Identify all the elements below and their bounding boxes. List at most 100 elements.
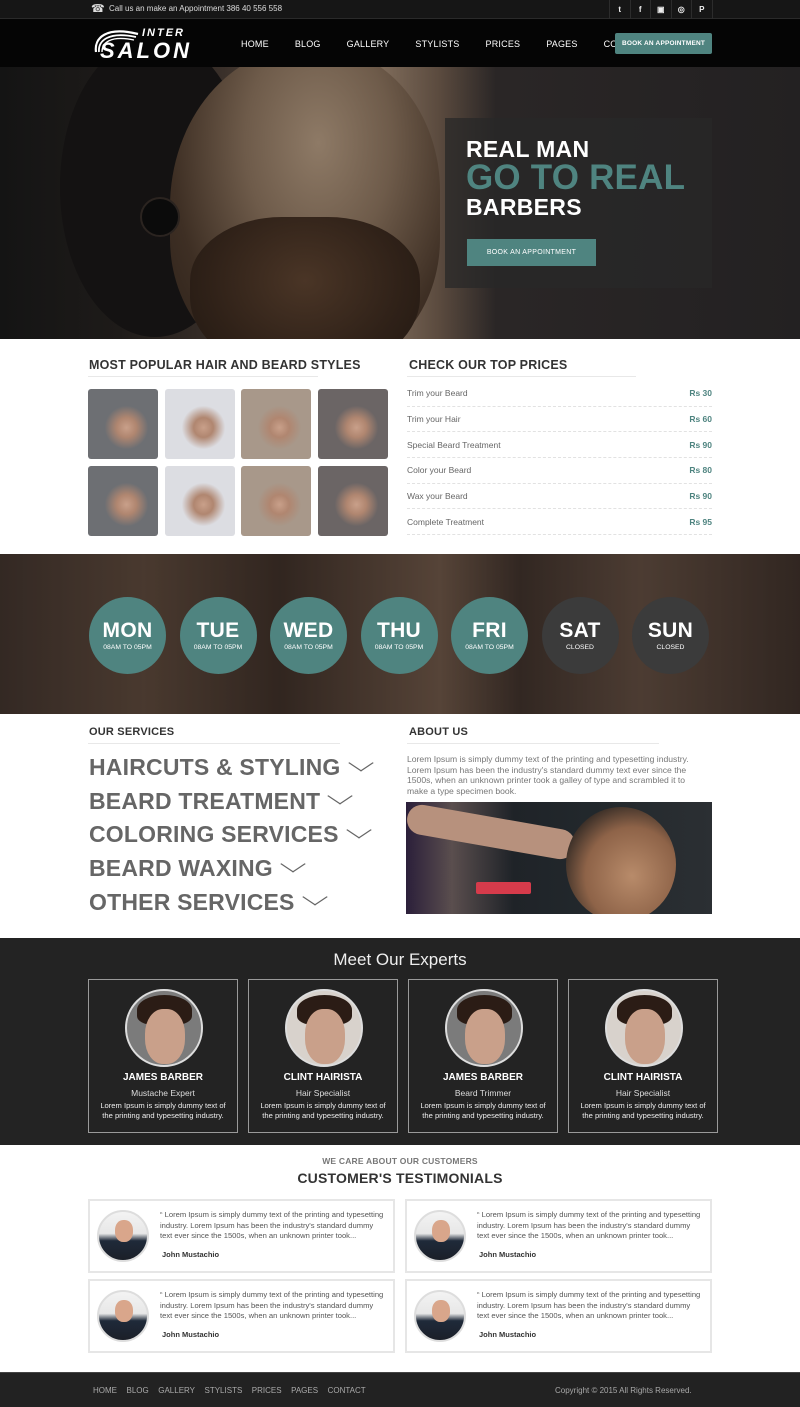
avatar-face — [432, 1300, 450, 1322]
customer-avatar — [97, 1290, 149, 1342]
day-tuesday: TUE 08AM TO 05PM — [179, 597, 257, 674]
services-title: OUR SERVICES — [89, 726, 175, 738]
style-photo[interactable] — [164, 389, 235, 459]
nav-blog[interactable]: BLOG — [295, 39, 321, 49]
footer-menu: HOME BLOG GALLERY STYLISTS PRICES PAGES … — [93, 1386, 366, 1395]
service-label: COLORING SERVICES — [89, 821, 339, 848]
footer-prices[interactable]: PRICES — [252, 1386, 282, 1395]
prices-title: CHECK OUR TOP PRICES — [409, 358, 568, 372]
service-label: BEARD TREATMENT — [89, 787, 321, 814]
day-name: SUN — [647, 619, 694, 642]
nav-stylists[interactable]: STYLISTS — [415, 39, 459, 49]
expert-card[interactable]: CLINT HAIRISTA Hair Specialist Lorem Ips… — [568, 979, 718, 1133]
price-row: Color your Beard Rs 80 — [407, 458, 712, 484]
day-name: FRI — [472, 619, 507, 642]
expert-card[interactable]: CLINT HAIRISTA Hair Specialist Lorem Ips… — [248, 979, 398, 1133]
style-photo[interactable] — [317, 389, 388, 459]
price-value: Rs 30 — [689, 388, 712, 399]
day-hours: CLOSED — [656, 644, 685, 651]
day-wednesday: WED 08AM TO 05PM — [270, 597, 347, 674]
facebook-icon[interactable]: f — [631, 0, 651, 19]
footer-gallery[interactable]: GALLERY — [158, 1386, 195, 1395]
nav-book-appointment-button[interactable]: BOOK AN APPOINTMENT — [615, 33, 712, 54]
avatar-face — [305, 1009, 345, 1064]
footer-contact[interactable]: CONTACT — [328, 1386, 366, 1395]
styles-divider — [88, 376, 318, 377]
logo[interactable]: INTER SALON — [92, 22, 189, 64]
nav-prices[interactable]: PRICES — [486, 39, 521, 49]
style-photo[interactable] — [317, 466, 388, 536]
service-item[interactable]: BEARD TREATMENT — [89, 785, 367, 819]
price-label: Wax your Beard — [407, 491, 468, 502]
photo-arm — [406, 802, 578, 862]
footer-pages[interactable]: PAGES — [291, 1386, 318, 1395]
testimonials-subtitle: WE CARE ABOUT OUR CUSTOMERS — [322, 1156, 478, 1166]
top-bar: ☎ Call us an make an Appointment 386 40 … — [0, 0, 800, 19]
hero-book-appointment-button[interactable]: BOOK AN APPOINTMENT — [467, 239, 596, 266]
testimonial-author: John Mustachio — [479, 1250, 537, 1259]
service-item[interactable]: OTHER SERVICES — [89, 885, 367, 919]
expert-card[interactable]: JAMES BARBER Mustache Expert Lorem Ipsum… — [88, 979, 238, 1133]
price-value: Rs 90 — [689, 439, 712, 450]
price-row: Special Beard Treatment Rs 90 — [407, 432, 712, 459]
price-list: Trim your Beard Rs 30 Trim your Hair Rs 60… — [407, 381, 712, 536]
customer-avatar — [414, 1290, 466, 1342]
copyright: Copyright © 2015 All Rights Reserved. — [555, 1386, 692, 1395]
day-name: THU — [376, 619, 422, 642]
style-photo[interactable] — [88, 466, 158, 536]
nav-gallery[interactable]: GALLERY — [347, 39, 390, 49]
price-row: Trim your Hair Rs 60 — [407, 407, 712, 433]
expert-name: JAMES BARBER — [442, 1072, 523, 1083]
service-item[interactable]: COLORING SERVICES — [89, 818, 372, 852]
expert-desc: Lorem Ipsum is simply dummy text of the … — [100, 1101, 226, 1120]
service-item[interactable]: HAIRCUTS & STYLING — [89, 751, 374, 785]
experts-grid: JAMES BARBER Mustache Expert Lorem Ipsum… — [88, 979, 718, 1133]
day-hours: 08AM TO 05PM — [465, 644, 514, 651]
prices-divider — [407, 376, 636, 377]
expert-name: CLINT HAIRISTA — [603, 1072, 683, 1083]
footer-home[interactable]: HOME — [93, 1386, 117, 1395]
day-sunday: SUN CLOSED — [632, 597, 709, 674]
dribbble-icon[interactable]: ◎ — [672, 0, 692, 19]
style-photo[interactable] — [241, 466, 311, 536]
day-friday: FRI 08AM TO 05PM — [451, 597, 528, 674]
day-hours: 08AM TO 05PM — [193, 644, 243, 651]
service-item[interactable]: BEARD WAXING — [89, 852, 367, 886]
expert-role: Mustache Expert — [131, 1088, 195, 1098]
instagram-icon[interactable]: ▣ — [651, 0, 672, 19]
testimonials-grid: “ Lorem Ipsum is simply dummy text of th… — [88, 1199, 712, 1353]
testimonial-card: “ Lorem Ipsum is simply dummy text of th… — [405, 1199, 712, 1273]
expert-avatar — [125, 989, 203, 1067]
price-row: Trim your Beard Rs 30 — [407, 381, 712, 407]
style-photo[interactable] — [241, 389, 311, 459]
style-photo[interactable] — [164, 466, 235, 536]
testimonial-author: John Mustachio — [162, 1250, 220, 1259]
hero-line-2: GO TO REAL — [466, 158, 686, 197]
services-accordion: HAIRCUTS & STYLING BEARD TREATMENT COLOR… — [89, 751, 374, 919]
photo-head — [566, 807, 676, 914]
expert-name: CLINT HAIRISTA — [283, 1072, 363, 1083]
nav-pages[interactable]: PAGES — [546, 39, 577, 49]
footer-stylists[interactable]: STYLISTS — [205, 1386, 243, 1395]
photo-clipper — [476, 882, 531, 894]
price-value: Rs 60 — [689, 414, 712, 425]
expert-avatar — [605, 989, 683, 1067]
testimonial-quote: “ Lorem Ipsum is simply dummy text of th… — [477, 1290, 701, 1320]
call-text: Call us an make an Appointment 386 40 55… — [109, 4, 283, 13]
hero-line-3: BARBERS — [466, 194, 582, 220]
customer-avatar — [97, 1210, 149, 1262]
price-label: Color your Beard — [407, 465, 472, 476]
price-value: Rs 90 — [689, 491, 712, 502]
nav-home[interactable]: HOME — [241, 39, 269, 49]
about-photo — [406, 802, 712, 914]
day-saturday: SAT CLOSED — [541, 597, 619, 674]
styles-gallery — [88, 389, 388, 536]
footer-blog[interactable]: BLOG — [127, 1386, 149, 1395]
twitter-icon[interactable]: t — [610, 0, 631, 19]
pinterest-icon[interactable]: P — [692, 0, 713, 19]
day-hours: 08AM TO 05PM — [103, 644, 152, 651]
day-name: MON — [102, 619, 153, 642]
avatar-face — [115, 1300, 133, 1322]
style-photo[interactable] — [88, 389, 158, 459]
expert-card[interactable]: JAMES BARBER Beard Trimmer Lorem Ipsum i… — [408, 979, 558, 1133]
